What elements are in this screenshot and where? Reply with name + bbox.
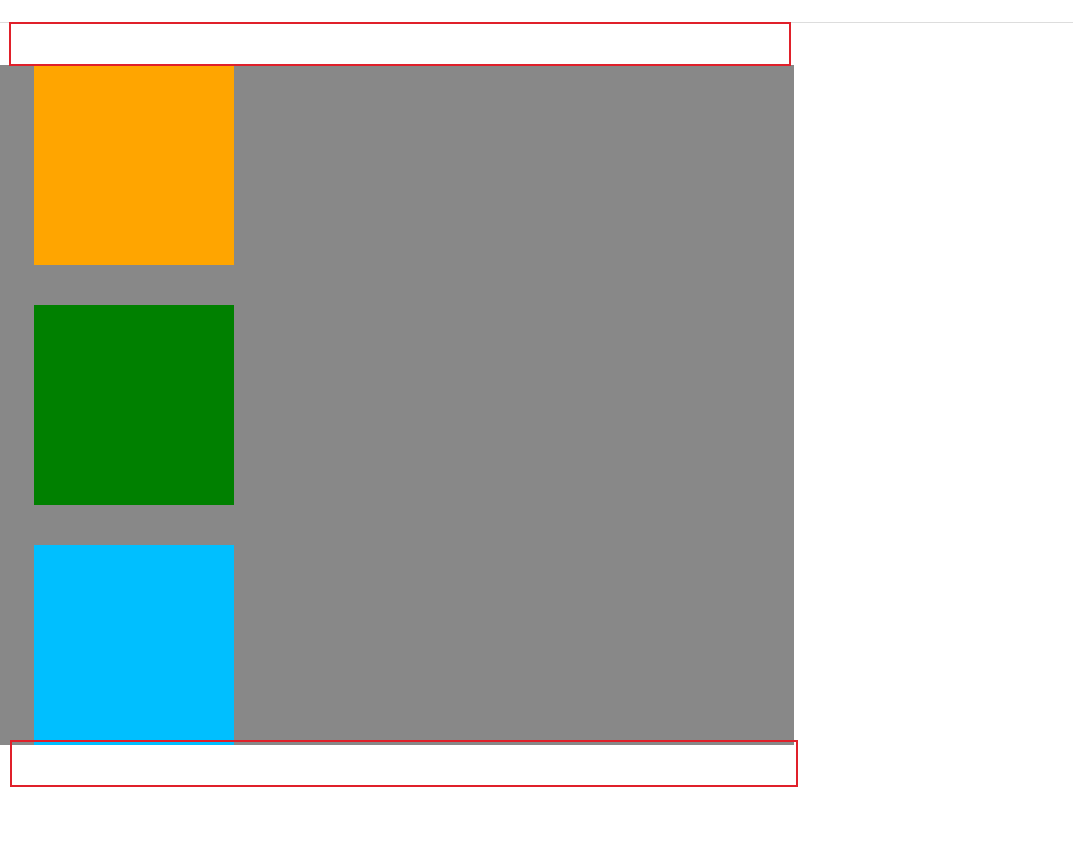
- green-square: [34, 305, 234, 505]
- top-highlight-box: [9, 22, 791, 66]
- bottom-highlight-box: [10, 740, 798, 787]
- gray-container: [0, 65, 794, 745]
- cyan-square: [34, 545, 234, 745]
- orange-square: [34, 65, 234, 265]
- page-canvas: [0, 0, 1073, 850]
